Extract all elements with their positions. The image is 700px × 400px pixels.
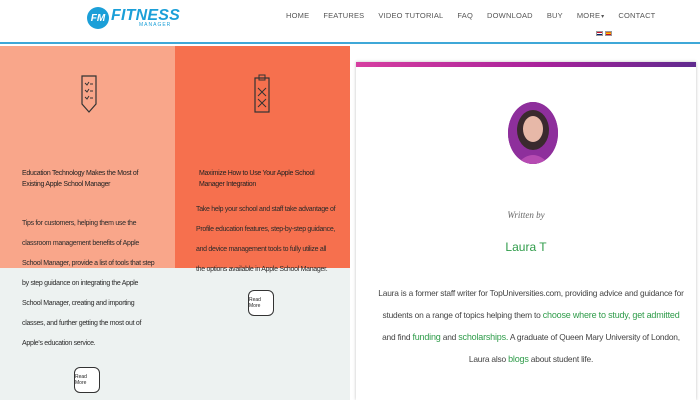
bio-text-3: and	[442, 332, 457, 342]
site-logo[interactable]: FM FITNESS MANAGER	[87, 6, 180, 30]
checklist-icon	[80, 74, 98, 114]
nav-video-tutorial[interactable]: VIDEO TUTORIAL	[378, 11, 443, 20]
clipboard-icon	[253, 74, 271, 114]
bio-text-2: and find	[382, 332, 411, 342]
bio-text-5: about student life.	[530, 354, 594, 364]
feature-title-education: Education Technology Makes the Most of E…	[22, 170, 139, 188]
choose-where-to-study-link[interactable]: choose where to study,	[543, 310, 631, 320]
author-bio: Laura is a former staff writer for TopUn…	[376, 282, 686, 370]
language-switcher	[596, 31, 612, 36]
nav-buy[interactable]: BUY	[547, 11, 563, 20]
feature-description-education: Tips for customers, helping them use the…	[22, 220, 155, 347]
get-admitted-link[interactable]: get admitted	[632, 310, 679, 320]
nav-more-dropdown[interactable]: MORE	[577, 11, 605, 20]
page: FM FITNESS MANAGER HOME FEATURES VIDEO T…	[0, 0, 700, 400]
logo-wordmark: FITNESS MANAGER	[111, 8, 180, 28]
nav-contact[interactable]: CONTACT	[618, 11, 655, 20]
main-nav: HOME FEATURES VIDEO TUTORIAL FAQ DOWNLOA…	[286, 11, 669, 20]
scholarships-link[interactable]: scholarships.	[458, 332, 508, 342]
feature-title-maximize: Maximize How to Use Your Apple School Ma…	[199, 170, 315, 188]
author-card: Written by Laura T Laura is a former sta…	[356, 62, 696, 400]
feature-lower-right-bg	[175, 268, 350, 400]
written-by-label: Written by	[507, 210, 545, 220]
english-flag-icon[interactable]	[596, 31, 603, 36]
author-name[interactable]: Laura T	[356, 240, 696, 254]
funding-link[interactable]: funding	[412, 332, 440, 342]
read-more-button-education[interactable]: Read More	[74, 367, 100, 393]
nav-home[interactable]: HOME	[286, 11, 309, 20]
nav-download[interactable]: DOWNLOAD	[487, 11, 533, 20]
top-navbar: FM FITNESS MANAGER HOME FEATURES VIDEO T…	[0, 0, 700, 44]
nav-faq[interactable]: FAQ	[457, 11, 473, 20]
nav-features[interactable]: FEATURES	[323, 11, 364, 20]
read-more-button-maximize[interactable]: Read More	[248, 290, 274, 316]
logo-badge: FM	[87, 7, 109, 29]
card-accent-bar	[356, 62, 696, 67]
features-section: Education Technology Makes the Most of E…	[0, 46, 350, 400]
blogs-link[interactable]: blogs	[508, 354, 529, 364]
feature-description-maximize: Take help your school and staff take adv…	[196, 206, 336, 273]
author-avatar	[508, 102, 558, 164]
spanish-flag-icon[interactable]	[605, 31, 612, 36]
